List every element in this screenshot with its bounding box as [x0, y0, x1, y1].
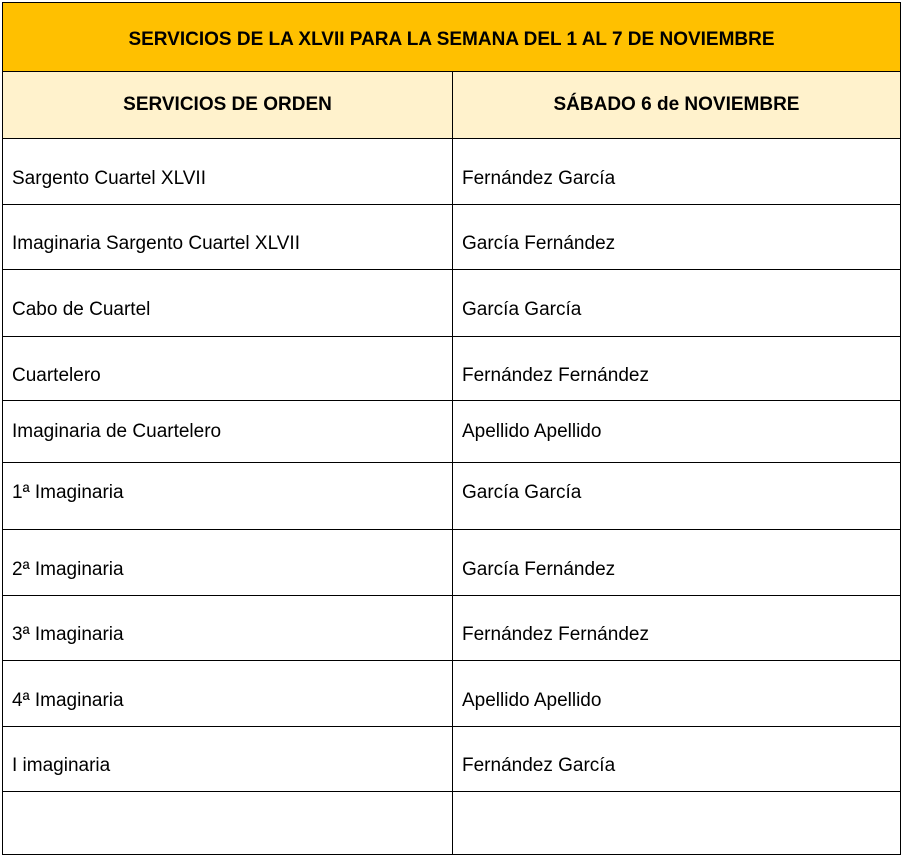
person-cell: Apellido Apellido	[452, 660, 901, 727]
column-header-day: SÁBADO 6 de NOVIEMBRE	[452, 71, 901, 139]
table-row: Imaginaria de Cuartelero Apellido Apelli…	[2, 400, 901, 463]
table-row: 4ª Imaginaria Apellido Apellido	[2, 660, 901, 727]
service-cell: 2ª Imaginaria	[2, 529, 453, 596]
person-cell: García Fernández	[452, 529, 901, 596]
service-cell: 3ª Imaginaria	[2, 595, 453, 661]
service-cell: 1ª Imaginaria	[2, 462, 453, 530]
table-row: Cabo de Cuartel García García	[2, 269, 901, 337]
service-cell: Cuartelero	[2, 336, 453, 401]
table-row: 2ª Imaginaria García Fernández	[2, 529, 901, 596]
person-cell: Fernández García	[452, 138, 901, 205]
service-cell: Imaginaria Sargento Cuartel XLVII	[2, 204, 453, 270]
schedule-sheet: SERVICIOS DE LA XLVII PARA LA SEMANA DEL…	[0, 0, 903, 861]
person-cell	[452, 791, 901, 855]
service-cell	[2, 791, 453, 855]
table-row: 1ª Imaginaria García García	[2, 462, 901, 530]
service-cell: 4ª Imaginaria	[2, 660, 453, 727]
service-cell: Sargento Cuartel XLVII	[2, 138, 453, 205]
person-cell: García García	[452, 269, 901, 337]
table-row: 3ª Imaginaria Fernández Fernández	[2, 595, 901, 661]
table-row	[2, 791, 901, 855]
person-cell: García Fernández	[452, 204, 901, 270]
table-title: SERVICIOS DE LA XLVII PARA LA SEMANA DEL…	[2, 2, 901, 72]
person-cell: García García	[452, 462, 901, 530]
header-row: SERVICIOS DE ORDEN SÁBADO 6 de NOVIEMBRE	[2, 71, 901, 139]
table-row: I imaginaria Fernández García	[2, 726, 901, 792]
service-cell: Imaginaria de Cuartelero	[2, 400, 453, 463]
person-cell: Fernández Fernández	[452, 336, 901, 401]
person-cell: Apellido Apellido	[452, 400, 901, 463]
table-row: Cuartelero Fernández Fernández	[2, 336, 901, 401]
service-cell: Cabo de Cuartel	[2, 269, 453, 337]
person-cell: Fernández García	[452, 726, 901, 792]
person-cell: Fernández Fernández	[452, 595, 901, 661]
table-row: Sargento Cuartel XLVII Fernández García	[2, 138, 901, 205]
service-cell: I imaginaria	[2, 726, 453, 792]
title-row: SERVICIOS DE LA XLVII PARA LA SEMANA DEL…	[2, 2, 901, 72]
services-table: SERVICIOS DE LA XLVII PARA LA SEMANA DEL…	[2, 2, 901, 855]
column-header-service: SERVICIOS DE ORDEN	[2, 71, 453, 139]
table-row: Imaginaria Sargento Cuartel XLVII García…	[2, 204, 901, 270]
